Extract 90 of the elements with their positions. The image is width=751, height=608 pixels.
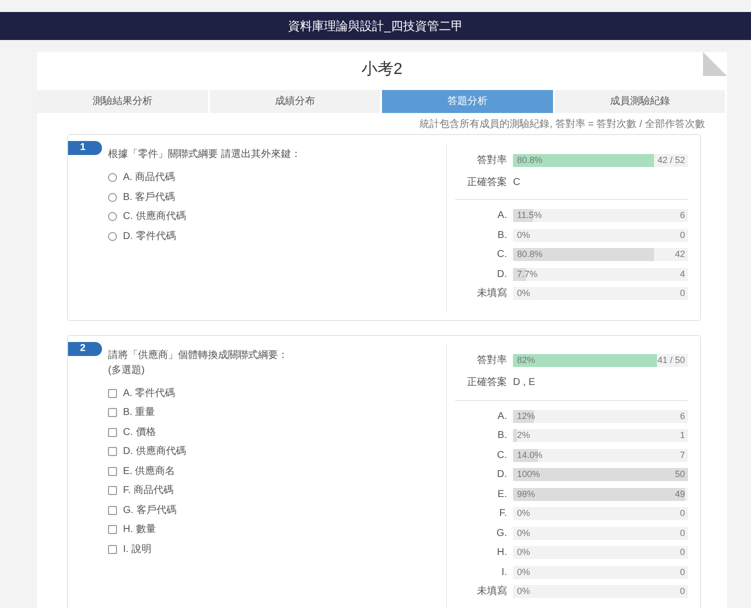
option-label[interactable]: B. 重量 xyxy=(123,405,156,420)
question-text: 請將「供應商」個體轉換成關聯式綱要： xyxy=(108,348,289,362)
count-text: 50 xyxy=(674,468,685,482)
answer-label: 正確答案 xyxy=(466,176,508,190)
percent-text: 12% xyxy=(517,410,536,423)
checkbox[interactable] xyxy=(108,428,117,437)
option-label[interactable]: B. 客戶代碼 xyxy=(123,190,176,205)
stat-label: C. xyxy=(496,448,508,463)
count-text: 0 xyxy=(680,566,685,579)
count-text: 0 xyxy=(680,287,685,300)
stat-label: 未填寫 xyxy=(476,286,508,302)
percent-text: 0% xyxy=(517,526,530,540)
percent-text: 82% xyxy=(517,354,536,367)
percent-text: 7.7% xyxy=(517,268,538,281)
percent-text: 0% xyxy=(517,566,530,579)
answer-value: D , E xyxy=(513,376,536,390)
count-text: 4 xyxy=(680,268,685,281)
option-label[interactable]: D. 零件代碼 xyxy=(123,228,176,244)
count-text: 0 xyxy=(680,228,685,242)
count-text: 6 xyxy=(680,209,685,222)
stat-label: A. xyxy=(496,209,508,224)
count-text: 0 xyxy=(680,546,685,560)
stat-label: A. xyxy=(496,410,508,424)
answer-value: C xyxy=(513,176,520,190)
option-label[interactable]: D. 供應商代碼 xyxy=(123,444,186,460)
count-text: 0 xyxy=(680,585,685,598)
percent-text: 0% xyxy=(517,585,530,598)
stat-label: 未填寫 xyxy=(476,584,508,600)
stat-label: B. xyxy=(496,228,508,243)
stat-label: B. xyxy=(496,429,508,444)
stat-label: F. xyxy=(498,507,508,522)
count-text: 49 xyxy=(674,488,685,501)
percent-text: 0% xyxy=(517,287,530,300)
question-text: (多選題) xyxy=(108,364,146,378)
question-number: 2 xyxy=(68,342,102,356)
option-label[interactable]: C. 供應商代碼 xyxy=(123,209,186,224)
count-text: 0 xyxy=(680,507,685,520)
checkbox[interactable] xyxy=(108,506,117,515)
checkbox[interactable] xyxy=(108,388,117,398)
radio-button[interactable] xyxy=(108,232,117,241)
option-label[interactable]: I. 說明 xyxy=(123,542,152,557)
stat-label: H. xyxy=(496,546,508,560)
percent-text: 14.0% xyxy=(517,448,543,462)
option-label[interactable]: A. 零件代碼 xyxy=(123,386,176,401)
checkbox[interactable] xyxy=(108,466,117,476)
question-text: 根據「零件」關聯式綱要 請選出其外來鍵： xyxy=(108,148,302,162)
radio-button[interactable] xyxy=(108,173,117,182)
count-text: 1 xyxy=(680,429,685,442)
radio-button[interactable] xyxy=(108,192,117,202)
option-label[interactable]: H. 數量 xyxy=(123,522,156,538)
checkbox[interactable] xyxy=(108,525,117,534)
checkbox[interactable] xyxy=(108,447,117,456)
percent-text: 0% xyxy=(517,507,530,520)
stat-label: D. xyxy=(496,468,508,482)
stat-label: I. xyxy=(500,566,508,580)
stats-note: 統計包含所有成員的測驗紀錄, 答對率 = 答對次數 / 全部作答次數 xyxy=(418,118,706,132)
percent-text: 2% xyxy=(517,429,530,442)
stat-label: 答對率 xyxy=(476,354,508,368)
percent-text: 11.5% xyxy=(517,209,542,222)
percent-text: 0% xyxy=(517,228,530,242)
count-text: 42 xyxy=(674,248,685,262)
checkbox[interactable] xyxy=(108,408,117,418)
percent-text: 80.8% xyxy=(517,248,543,262)
page-title: 小考2 xyxy=(362,61,402,78)
answer-label: 正確答案 xyxy=(466,376,508,390)
option-label[interactable]: C. 價格 xyxy=(123,424,156,440)
stat-label: G. xyxy=(495,526,508,541)
option-label[interactable]: E. 供應商名 xyxy=(123,464,176,479)
count-text: 0 xyxy=(680,526,685,540)
question-number: 1 xyxy=(68,141,102,155)
percent-text: 80.8% xyxy=(517,154,543,166)
course-title-bar: 資料庫理論與設計_四技資管二甲 xyxy=(0,12,751,40)
checkbox[interactable] xyxy=(108,486,117,496)
count-text: 6 xyxy=(680,410,685,423)
percent-text: 0% xyxy=(517,546,530,560)
count-text: 42 / 52 xyxy=(657,154,685,166)
stat-label: D. xyxy=(496,268,508,282)
stat-label: 答對率 xyxy=(476,154,508,168)
option-label[interactable]: A. 商品代碼 xyxy=(123,170,176,186)
stat-label: E. xyxy=(496,488,508,502)
count-text: 7 xyxy=(680,448,685,462)
checkbox[interactable] xyxy=(108,544,117,554)
count-text: 41 / 50 xyxy=(657,354,685,367)
percent-text: 98% xyxy=(517,488,536,501)
stat-label: C. xyxy=(496,248,508,262)
option-label[interactable]: G. 客戶代碼 xyxy=(123,502,176,518)
option-label[interactable]: F. 商品代碼 xyxy=(123,483,174,498)
radio-button[interactable] xyxy=(108,212,117,222)
percent-text: 100% xyxy=(517,468,540,482)
page-curl-icon xyxy=(703,52,727,76)
